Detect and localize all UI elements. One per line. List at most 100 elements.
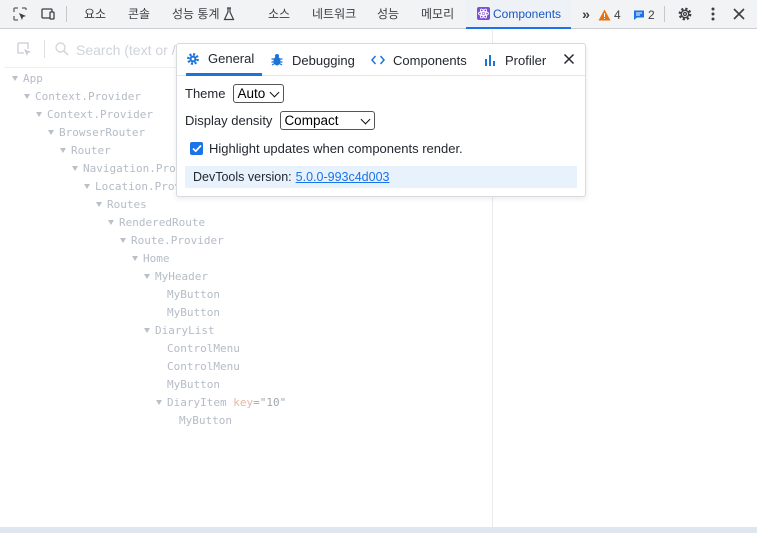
tree-node-label: Context.Provider	[35, 90, 141, 103]
tree-node[interactable]: RenderedRoute	[108, 214, 205, 232]
highlight-updates-checkbox[interactable]	[190, 142, 203, 155]
tree-node[interactable]: Home	[132, 250, 170, 268]
gear-icon	[186, 52, 200, 66]
warning-count: 4	[614, 7, 621, 22]
caret-down-icon[interactable]	[144, 328, 150, 333]
close-settings-icon[interactable]	[563, 53, 575, 65]
caret-down-icon[interactable]	[144, 274, 150, 279]
tree-node-label: MyButton	[179, 414, 232, 427]
theme-row: Theme Auto	[185, 84, 285, 103]
tree-node-label: Context.Provider	[47, 108, 153, 121]
theme-label: Theme	[185, 86, 226, 101]
density-row: Display density Compact	[185, 111, 376, 130]
settings-tab-components[interactable]: Components	[371, 44, 467, 76]
tree-node[interactable]: BrowserRouter	[48, 124, 145, 142]
tree-node[interactable]: MyButton	[167, 304, 220, 322]
tree-node-label: Router	[71, 144, 111, 157]
caret-down-icon[interactable]	[36, 112, 42, 117]
caret-down-icon[interactable]	[96, 202, 102, 207]
tab-console[interactable]: 콘솔	[128, 0, 150, 29]
settings-tab-debugging[interactable]: Debugging	[270, 44, 355, 76]
search-icon	[54, 41, 70, 57]
caret-down-icon[interactable]	[84, 184, 90, 189]
caret-down-icon[interactable]	[12, 76, 18, 81]
density-select[interactable]: Compact	[280, 111, 376, 130]
caret-down-icon[interactable]	[72, 166, 78, 171]
version-label: DevTools version:	[193, 170, 292, 184]
device-toolbar-icon[interactable]	[40, 6, 56, 22]
caret-down-icon[interactable]	[108, 220, 114, 225]
tree-node-label: ControlMenu	[167, 342, 240, 355]
tab-memory[interactable]: 메모리	[421, 0, 454, 29]
tree-node[interactable]: MyButton	[167, 286, 220, 304]
chevron-down-icon	[270, 87, 280, 97]
tree-node-key-equals: =	[253, 396, 260, 409]
tree-node[interactable]: Context.Provider	[24, 88, 141, 106]
tree-node-label: Routes	[107, 198, 147, 211]
devtools-toolbar: 요소 콘솔 성능 통계 소스 네트워크 성능 메모리 Components » …	[0, 0, 757, 29]
tree-node[interactable]: DiaryList	[144, 322, 215, 340]
tree-node[interactable]: DiaryItem key="10"	[156, 394, 286, 412]
tab-performance-insights[interactable]: 성능 통계	[172, 0, 220, 29]
bug-icon	[270, 53, 284, 67]
tree-node-app[interactable]: App	[12, 70, 43, 88]
tree-node-label: MyButton	[167, 306, 220, 319]
tab-network[interactable]: 네트워크	[312, 0, 356, 29]
tree-node-label: BrowserRouter	[59, 126, 146, 139]
code-icon	[371, 53, 385, 67]
message-badge[interactable]: 2	[633, 0, 655, 29]
message-icon	[634, 10, 644, 20]
settings-gear-icon[interactable]	[677, 6, 693, 22]
warning-badge[interactable]: 4	[598, 0, 621, 29]
caret-down-icon[interactable]	[60, 148, 66, 153]
tree-node-label: App	[23, 72, 43, 85]
tree-node[interactable]: Context.Provider	[36, 106, 153, 124]
settings-tab-label: Components	[393, 52, 467, 68]
bottom-scrollbar[interactable]	[0, 527, 757, 533]
tab-components-label: Components	[493, 7, 562, 21]
tree-node[interactable]: ControlMenu	[167, 340, 240, 358]
more-options-icon[interactable]	[705, 6, 721, 22]
tree-node[interactable]: Route.Provider	[120, 232, 224, 250]
flask-icon	[221, 6, 237, 22]
close-devtools-icon[interactable]	[731, 6, 747, 22]
tree-node[interactable]: Routes	[96, 196, 147, 214]
tree-node[interactable]: MyButton	[167, 376, 220, 394]
tree-node-key-name: key	[233, 396, 254, 409]
caret-down-icon[interactable]	[156, 400, 162, 405]
density-select-value: Compact	[284, 113, 339, 128]
chevron-down-icon	[360, 114, 371, 124]
settings-tab-profiler[interactable]: Profiler	[483, 44, 546, 76]
settings-dialog: General Debugging Components Profiler Th…	[176, 43, 586, 197]
tree-node-key-value: "10"	[259, 396, 287, 409]
devtools-version: DevTools version: 5.0.0-993c4d003	[185, 166, 577, 188]
tab-components[interactable]: Components	[466, 0, 572, 29]
highlight-updates-label: Highlight updates when components render…	[209, 141, 463, 156]
caret-down-icon[interactable]	[48, 130, 54, 135]
search-divider	[44, 40, 45, 58]
tree-node-label: MyHeader	[155, 270, 208, 283]
theme-select[interactable]: Auto	[233, 84, 285, 103]
tree-node[interactable]: ControlMenu	[167, 358, 240, 376]
version-link[interactable]: 5.0.0-993c4d003	[296, 170, 390, 184]
tab-sources[interactable]: 소스	[268, 0, 290, 29]
tree-node[interactable]: MyButton	[179, 412, 232, 430]
settings-tab-label: Profiler	[505, 52, 547, 68]
tree-node[interactable]: Router	[60, 142, 111, 160]
checkmark-icon	[191, 144, 202, 153]
select-element-icon[interactable]	[16, 41, 32, 57]
tab-performance[interactable]: 성능	[377, 0, 399, 29]
inspect-element-icon[interactable]	[12, 6, 28, 22]
caret-down-icon[interactable]	[132, 256, 138, 261]
tree-node-label: MyButton	[167, 378, 220, 391]
more-tabs-chevron-icon[interactable]: »	[578, 6, 594, 22]
caret-down-icon[interactable]	[24, 94, 30, 99]
caret-down-icon[interactable]	[120, 238, 126, 243]
tree-node-label: DiaryItem	[167, 396, 227, 409]
settings-tab-general[interactable]: General	[186, 44, 263, 76]
react-logo-icon	[477, 7, 490, 20]
tree-node-label: DiaryList	[155, 324, 215, 337]
tree-node-label: Route.Provider	[131, 234, 224, 247]
tab-elements[interactable]: 요소	[84, 0, 106, 29]
tree-node[interactable]: MyHeader	[144, 268, 208, 286]
